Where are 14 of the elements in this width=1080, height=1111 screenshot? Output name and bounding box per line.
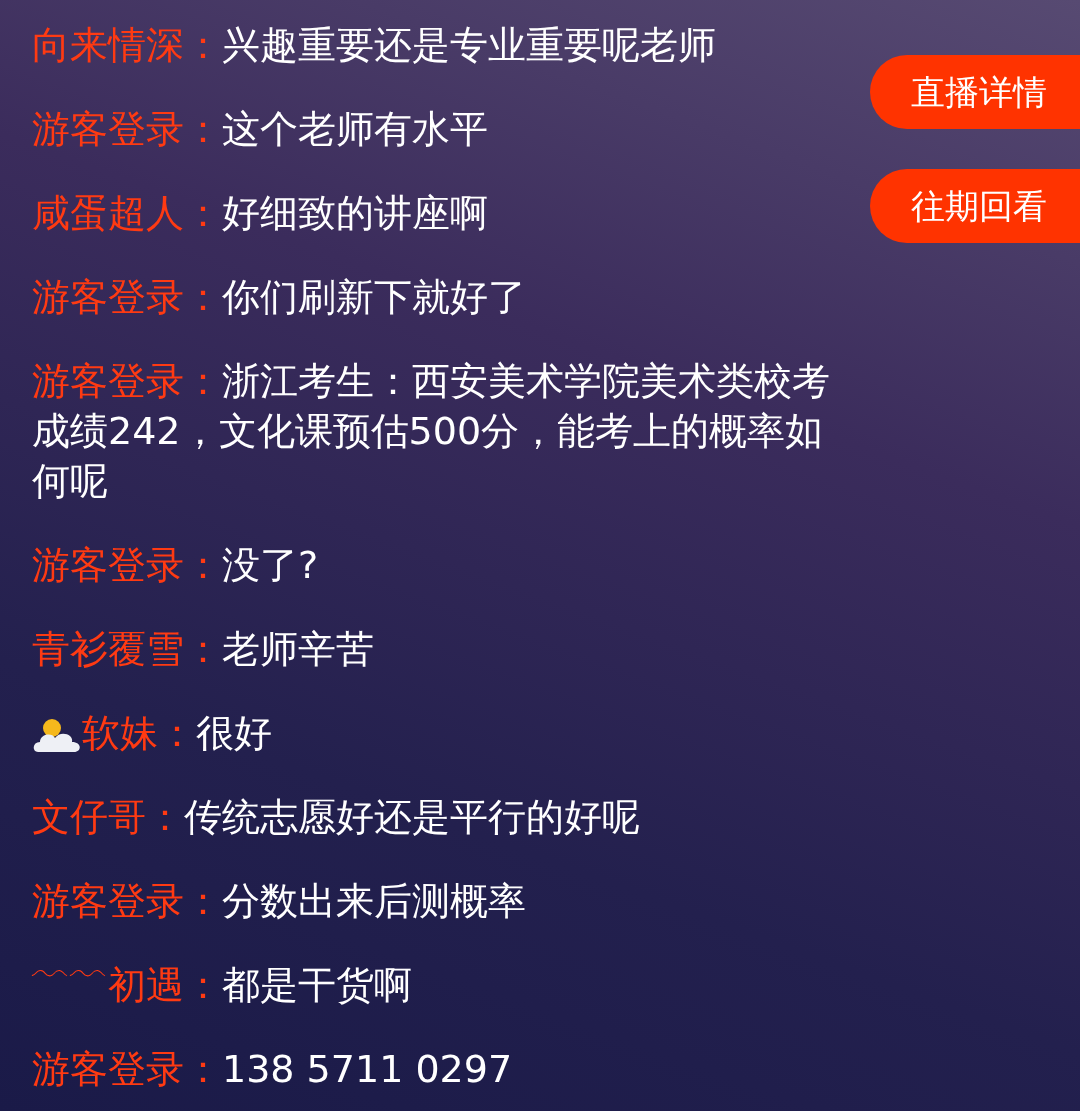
chat-message: 游客登录：浙江考生：西安美术学院美术类校考成绩242，文化课预估500分，能考上的概率如何呢 [32, 358, 831, 505]
chat-message: ﹋﹋初遇：都是干货啊 [32, 962, 412, 1009]
chat-message: 咸蛋超人：好细致的讲座啊 [32, 190, 488, 237]
chat-message: 文仔哥：传统志愿好还是平行的好呢 [32, 794, 640, 841]
chat-message: 游客登录：没了? [32, 542, 319, 589]
pill-button[interactable]: 直播详情 [870, 55, 1080, 129]
chat-message: 向来情深：兴趣重要还是专业重要呢老师 [32, 22, 716, 69]
chat-message: 青衫覆雪：老师辛苦 [32, 626, 374, 673]
chat-message: 游客登录：这个老师有水平 [32, 106, 488, 153]
pill-button[interactable]: 往期回看 [870, 169, 1080, 243]
chat-message: 软妹：很好 [82, 710, 272, 757]
chat-message: 游客登录：你们刷新下就好了 [32, 274, 526, 321]
chat-message: 游客登录：分数出来后测概率 [32, 878, 526, 925]
chat-message: 游客登录：138 5711 0297 [32, 1046, 513, 1093]
